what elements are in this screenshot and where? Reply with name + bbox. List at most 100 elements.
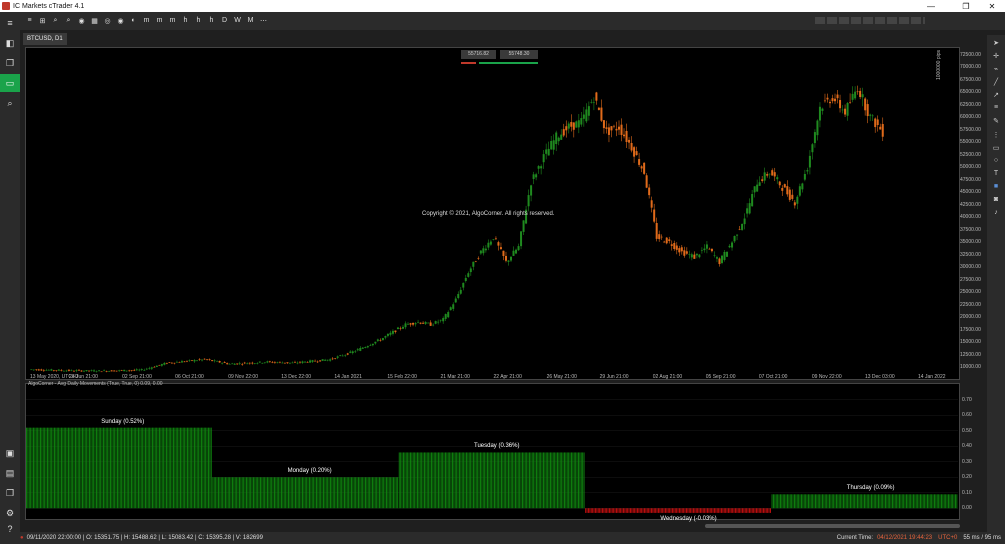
day-bar-stripe [568, 452, 570, 509]
day-bar-stripe [767, 508, 769, 513]
day-bar-stripe [875, 494, 877, 509]
day-bar-stripe [621, 508, 623, 513]
timezone-select[interactable]: UTC+0 [938, 535, 957, 541]
day-bar-stripe [278, 477, 280, 509]
day-bar-stripe [341, 477, 343, 509]
day-bar-stripe [182, 427, 184, 509]
day-bar-stripe [261, 477, 263, 509]
day-bar-stripe [780, 494, 781, 509]
day-bar-stripe [660, 508, 662, 513]
day-bar-stripe [299, 477, 301, 509]
day-bar-stripe [460, 452, 462, 509]
day-bar-stripe [830, 494, 832, 509]
day-bar-stripe [225, 477, 226, 509]
day-bar-stripe [928, 494, 930, 509]
rectangle-icon[interactable]: ▭ [987, 144, 1005, 152]
day-bar-stripe [737, 508, 739, 513]
day-bar-stripe [733, 508, 735, 513]
day-bar-stripe [826, 494, 828, 509]
day-bar-stripe [952, 494, 954, 509]
day-bar-stripe [672, 508, 673, 513]
day-bar-stripe [659, 508, 661, 513]
day-bar-stripe [817, 494, 819, 509]
magnet-icon[interactable]: ⌁ [987, 65, 1005, 73]
day-bar-stripe [327, 477, 329, 509]
day-bar-stripe [171, 427, 173, 509]
day-bar-stripe [803, 494, 805, 509]
day-bar-stripe [429, 452, 431, 509]
day-bar-stripe [505, 452, 507, 509]
day-bar-stripe [220, 477, 222, 509]
current-time-value: 04/12/2021 19:44:23 [877, 535, 933, 541]
day-bar-stripe [597, 508, 599, 513]
day-bar-stripe [342, 477, 344, 509]
text-icon[interactable]: T [987, 170, 1005, 177]
day-bar-label: Thursday (0.09%) [846, 485, 895, 492]
day-bar-stripe [215, 477, 217, 509]
day-bar-stripe [513, 452, 515, 509]
day-bar-stripe [230, 477, 232, 509]
day-bar-stripe [613, 508, 615, 513]
day-bar-stripe [289, 477, 291, 509]
day-bar-stripe [345, 477, 347, 509]
crosshair-icon[interactable]: ✛ [987, 52, 1005, 60]
day-bar-stripe [275, 477, 277, 509]
day-bar-stripe [680, 508, 682, 513]
day-bar-stripe [880, 494, 882, 509]
day-bar-stripe [112, 427, 114, 509]
day-bar-stripe [735, 508, 736, 513]
day-bar-stripe [212, 477, 214, 509]
day-bar-stripe [418, 452, 420, 509]
day-bar-stripe [272, 477, 274, 509]
day-bar-stripe [847, 494, 849, 509]
day-bar-stripe [209, 427, 211, 509]
day-bar-stripe [161, 427, 163, 509]
day-bar-stripe [956, 494, 958, 509]
day-bar-stripe [538, 452, 540, 509]
day-bar-stripe [918, 494, 920, 509]
bell-icon[interactable]: ♪ [987, 209, 1005, 216]
day-bar-stripe [84, 427, 86, 509]
day-bar-stripe [447, 452, 449, 509]
day-bar-stripe [517, 452, 519, 509]
day-bar-stripe [785, 494, 787, 509]
day-bar-stripe [901, 494, 903, 509]
day-bar-stripe [562, 452, 564, 509]
cursor-icon[interactable]: ➤ [987, 39, 1005, 47]
day-bar-stripe [412, 452, 414, 509]
fib-icon[interactable]: ⋮ [987, 131, 1005, 139]
day-bar-stripe [537, 452, 539, 509]
line-icon[interactable]: ╱ [987, 78, 1005, 86]
day-bar-stripe [251, 477, 253, 509]
pencil-icon[interactable]: ✎ [987, 117, 1005, 125]
day-bar-stripe [44, 427, 46, 509]
day-bar-stripe [757, 508, 759, 513]
day-bar-stripe [653, 508, 655, 513]
day-bar-stripe [523, 452, 525, 509]
day-bar-stripe [773, 494, 774, 509]
day-bar-stripe [620, 508, 622, 513]
day-bar-stripe [34, 427, 36, 509]
day-bar-stripe [210, 427, 212, 509]
day-bar-stripe [910, 494, 912, 509]
color-icon[interactable]: ■ [987, 183, 1005, 190]
horizontal-scrollbar[interactable] [705, 524, 960, 528]
day-bar-stripe [907, 494, 909, 509]
day-bar-stripe [167, 427, 169, 509]
channel-icon[interactable]: ≡ [987, 104, 1005, 111]
day-bar-stripe [184, 427, 186, 509]
camera-icon[interactable]: ◙ [987, 196, 1005, 203]
day-bar-stripe [307, 477, 309, 509]
day-bar-stripe [126, 427, 128, 509]
day-bar-stripe [323, 477, 324, 509]
day-bar-stripe [677, 508, 679, 513]
day-bar-stripe [903, 494, 905, 509]
day-bar-stripe [941, 494, 942, 509]
day-bar-stripe [559, 452, 561, 509]
day-bar-stripe [295, 477, 296, 509]
shape-icon[interactable]: ○ [987, 157, 1005, 164]
day-bar-stripe [714, 508, 715, 513]
ray-icon[interactable]: ↗ [987, 91, 1005, 99]
day-bar-stripe [318, 477, 320, 509]
day-bar-stripe [91, 427, 93, 509]
